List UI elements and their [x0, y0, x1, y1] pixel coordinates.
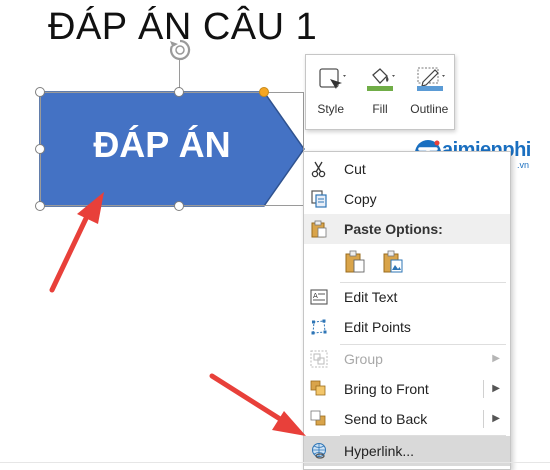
- group-icon: [310, 350, 328, 368]
- shape-style-icon: [319, 68, 346, 89]
- submenu-arrow-icon: ▶: [492, 353, 500, 364]
- menu-item-label: Hyperlink...: [344, 443, 415, 459]
- paste-picture-icon[interactable]: [382, 250, 404, 274]
- resize-handle-bottom-left[interactable]: [35, 201, 45, 211]
- clipboard-icon: [311, 220, 327, 238]
- menu-item-label: Edit Text: [344, 289, 398, 305]
- split-divider: [483, 380, 484, 398]
- menu-item-edit-text[interactable]: A Edit Text: [304, 282, 510, 312]
- edit-points-icon: [311, 319, 327, 335]
- style-button[interactable]: Style: [306, 55, 355, 129]
- paint-bucket-icon: [367, 68, 396, 91]
- logo-suffix: .vn: [517, 160, 530, 170]
- send-to-back-icon: [310, 410, 326, 426]
- resize-handle-left[interactable]: [35, 144, 45, 154]
- svg-text:A: A: [313, 292, 318, 300]
- submenu-arrow-icon[interactable]: ▶: [492, 383, 500, 394]
- resize-handle-bottom[interactable]: [174, 201, 184, 211]
- menu-item-label: Cut: [344, 161, 366, 177]
- copy-icon: [311, 190, 327, 208]
- fill-label: Fill: [372, 102, 388, 116]
- paste-options-row: [304, 244, 510, 280]
- scissors-icon: [311, 161, 326, 178]
- style-label: Style: [317, 102, 344, 116]
- resize-handle-top-left[interactable]: [35, 87, 45, 97]
- outline-label: Outline: [410, 102, 449, 116]
- menu-item-label: Group: [344, 351, 383, 367]
- adjust-handle[interactable]: [259, 87, 269, 97]
- slide-edge: [0, 462, 550, 463]
- rotate-handle-icon[interactable]: [168, 38, 192, 62]
- outline-button[interactable]: Outline: [405, 55, 454, 129]
- mini-toolbar: Style Fill Outline: [305, 54, 455, 130]
- menu-item-label: Send to Back: [344, 411, 428, 427]
- menu-item-label: Bring to Front: [344, 381, 429, 397]
- menu-item-label: Edit Points: [344, 319, 411, 335]
- shape-text: ĐÁP ÁN: [93, 124, 231, 165]
- hyperlink-globe-icon: [312, 443, 326, 459]
- bring-to-front-icon: [310, 380, 326, 396]
- paste-options-header: Paste Options:: [304, 214, 510, 244]
- resize-handle-top[interactable]: [174, 87, 184, 97]
- submenu-arrow-icon[interactable]: ▶: [492, 413, 500, 424]
- menu-item-copy[interactable]: Copy: [304, 184, 510, 214]
- menu-item-bring-to-front[interactable]: Bring to Front ▶: [304, 374, 510, 404]
- menu-item-cut[interactable]: Cut: [304, 154, 510, 184]
- fill-button[interactable]: Fill: [355, 55, 404, 129]
- menu-item-label: Copy: [344, 191, 377, 207]
- menu-item-send-to-back[interactable]: Send to Back ▶: [304, 404, 510, 434]
- edit-text-icon: A: [310, 289, 328, 305]
- context-menu: Cut Copy Paste Options: A Edit Text Edit…: [303, 151, 511, 470]
- menu-item-group[interactable]: Group ▶: [304, 344, 510, 374]
- split-divider: [483, 410, 484, 428]
- menu-item-edit-points[interactable]: Edit Points: [304, 312, 510, 342]
- paste-options-label: Paste Options:: [344, 221, 443, 237]
- pen-outline-icon: [416, 67, 445, 91]
- paste-destination-theme-icon[interactable]: [344, 250, 366, 274]
